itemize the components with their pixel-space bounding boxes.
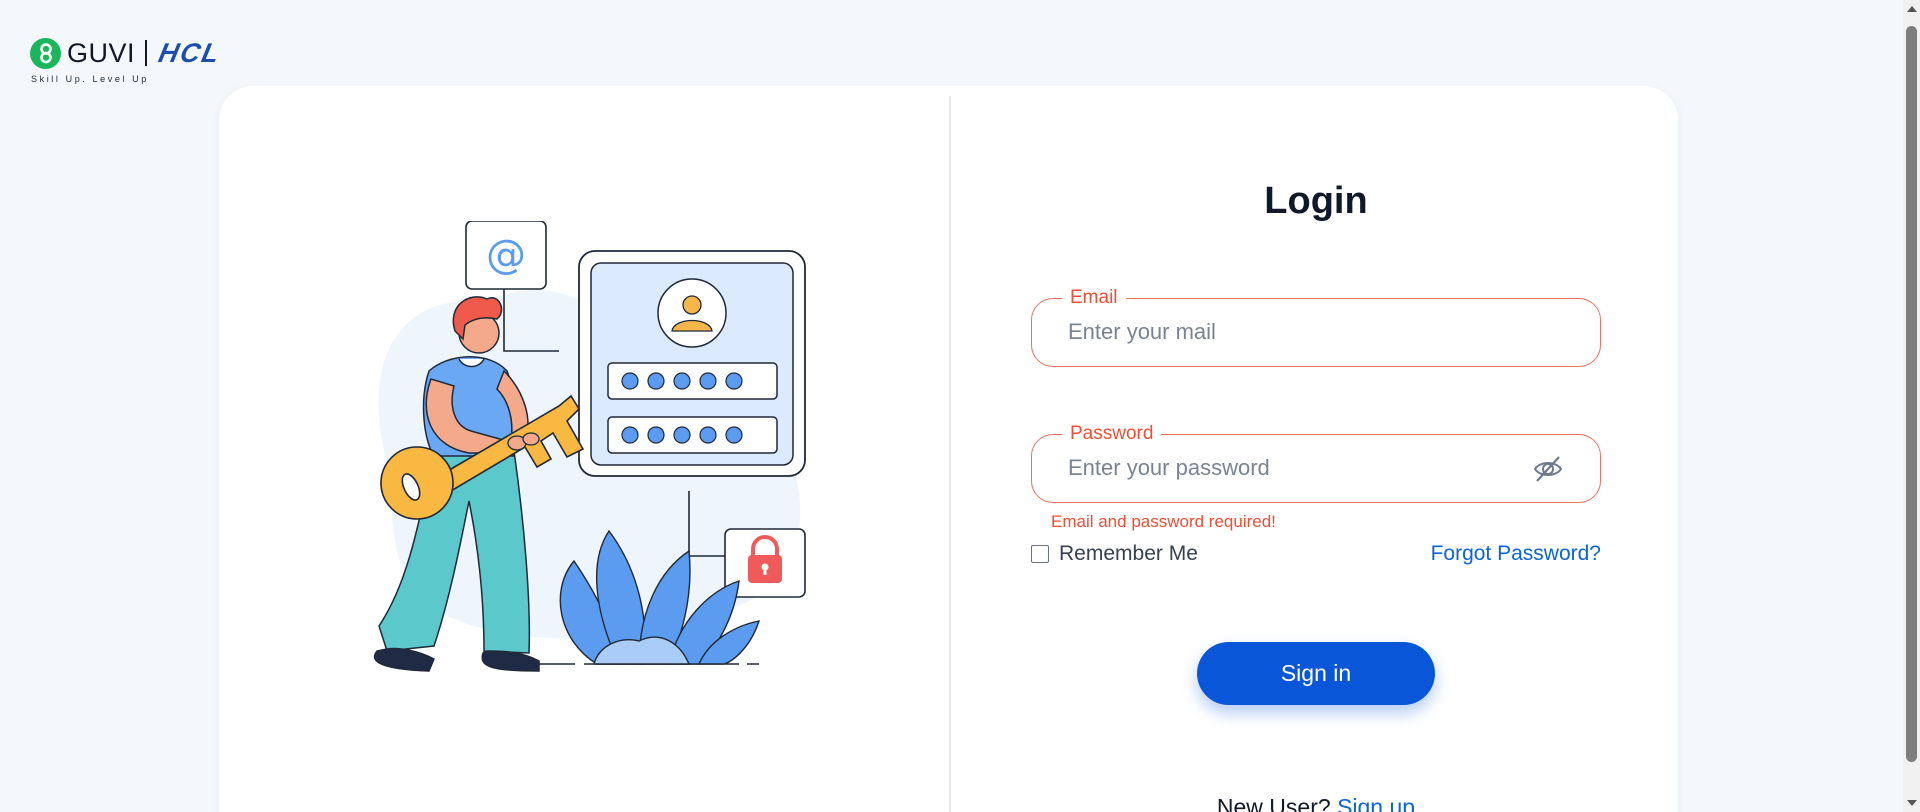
guvi-logo-icon [30, 37, 61, 69]
password-input[interactable] [1068, 435, 1508, 501]
card-divider [949, 96, 951, 812]
remember-me-label: Remember Me [1059, 542, 1198, 565]
hcl-wordmark: HCL [155, 37, 224, 68]
scroll-thumb[interactable] [1906, 26, 1917, 762]
brand-logo[interactable]: GUVI HCL Skill Up. Level Up [30, 37, 224, 84]
new-user-prompt: New User? Sign up [1031, 794, 1601, 812]
login-title: Login [1264, 180, 1368, 222]
login-illustration: @ [373, 221, 806, 672]
scroll-up-icon[interactable] [1907, 6, 1917, 12]
svg-text:@: @ [486, 232, 526, 278]
sign-in-button[interactable]: Sign in [1197, 642, 1435, 705]
sign-up-link[interactable]: Sign up [1337, 794, 1415, 812]
scroll-down-icon[interactable] [1907, 800, 1917, 806]
guvi-wordmark: GUVI [67, 37, 136, 68]
brand-separator [145, 40, 148, 66]
email-input[interactable] [1068, 299, 1508, 365]
at-sign-icon: @ [465, 221, 547, 290]
new-user-text: New User? [1216, 794, 1338, 812]
eye-off-icon[interactable] [1532, 454, 1564, 484]
password-field: Password [1031, 423, 1601, 503]
remember-me[interactable]: Remember Me [1031, 542, 1198, 566]
forgot-password-link[interactable]: Forgot Password? [1431, 542, 1601, 566]
brand-logo-row: GUVI HCL [30, 37, 224, 69]
email-field: Email [1031, 287, 1601, 367]
brand-tagline: Skill Up. Level Up [31, 74, 149, 84]
login-card: @ Login Email Enter your mail Password E… [219, 86, 1678, 812]
page-scrollbar[interactable] [1903, 0, 1920, 812]
validation-error: Email and password required! [1051, 512, 1276, 531]
user-avatar-icon [657, 278, 727, 348]
remember-me-checkbox[interactable] [1031, 545, 1049, 563]
